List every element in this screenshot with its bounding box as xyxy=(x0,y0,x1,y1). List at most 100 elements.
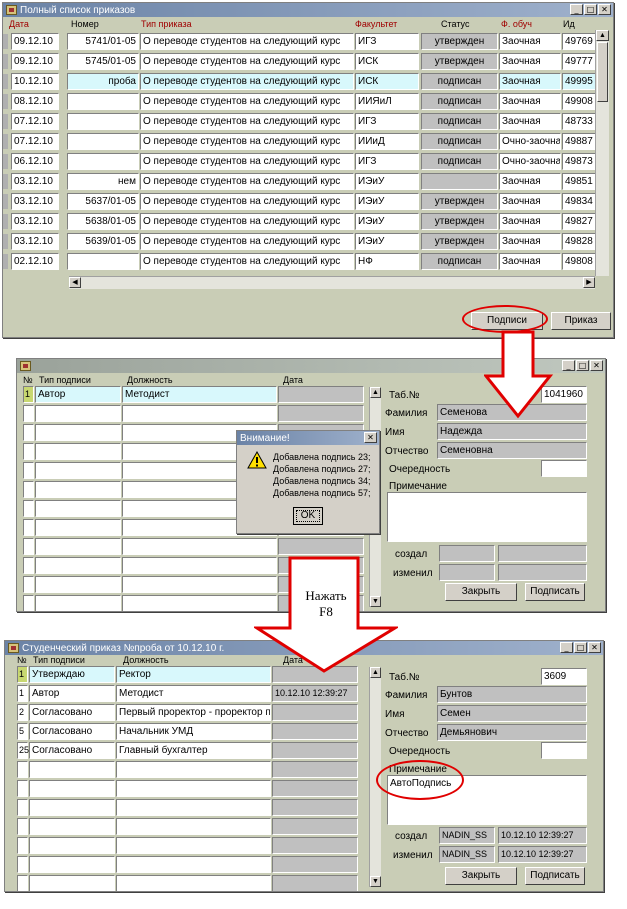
minimize-icon[interactable]: _ xyxy=(562,360,575,371)
date-cell[interactable]: 06.12.10 xyxy=(11,153,59,170)
date-cell[interactable]: 03.12.10 xyxy=(11,193,59,210)
sign-date-cell[interactable] xyxy=(278,405,364,422)
order-type-cell[interactable]: О переводе студентов на следующий курс xyxy=(140,153,354,170)
col-header-type[interactable]: Тип приказа xyxy=(141,19,192,29)
status-cell[interactable]: подписан xyxy=(421,73,498,90)
number-cell[interactable]: 5745/01-05 xyxy=(67,53,139,70)
id-cell[interactable]: 49908 xyxy=(562,93,596,110)
study-form-cell[interactable]: Заочная xyxy=(499,53,561,70)
sign-type-cell[interactable] xyxy=(35,443,121,460)
sign-type-cell[interactable] xyxy=(35,481,121,498)
row-number-cell[interactable] xyxy=(23,443,34,460)
status-cell[interactable]: утвержден xyxy=(421,233,498,250)
row-number-cell[interactable] xyxy=(17,799,28,816)
sign-type-cell[interactable] xyxy=(35,519,121,536)
row-number-cell[interactable] xyxy=(23,595,34,611)
order-type-cell[interactable]: О переводе студентов на следующий курс xyxy=(140,73,354,90)
tab-number-field[interactable]: 3609 xyxy=(541,668,587,685)
id-cell[interactable]: 49808 xyxy=(562,253,596,270)
col-header-status[interactable]: Статус xyxy=(441,19,469,29)
row-number-cell[interactable]: 1 xyxy=(23,386,34,403)
minimize-icon[interactable]: _ xyxy=(570,4,583,15)
row-number-cell[interactable] xyxy=(23,576,34,593)
status-cell[interactable]: подписан xyxy=(421,113,498,130)
order-type-cell[interactable]: О переводе студентов на следующий курс xyxy=(140,113,354,130)
note-field[interactable] xyxy=(387,492,587,542)
row-number-cell[interactable]: 1 xyxy=(17,666,28,683)
sign-type-cell[interactable] xyxy=(35,538,121,555)
sign-type-cell[interactable] xyxy=(29,875,115,891)
position-cell[interactable]: Начальник УМД xyxy=(116,723,271,740)
faculty-cell[interactable]: ИГЗ xyxy=(355,33,419,50)
date-cell[interactable]: 02.12.10 xyxy=(11,253,59,270)
sign-type-cell[interactable] xyxy=(35,462,121,479)
id-cell[interactable]: 49873 xyxy=(562,153,596,170)
orders-vertical-scrollbar[interactable]: ▲ xyxy=(595,30,609,276)
row-number-cell[interactable] xyxy=(17,761,28,778)
study-form-cell[interactable]: Очно-заочная xyxy=(499,153,561,170)
row-number-cell[interactable] xyxy=(17,856,28,873)
faculty-cell[interactable]: ИИЯиЛ xyxy=(355,93,419,110)
patronymic-field[interactable]: Демьянович xyxy=(437,724,587,741)
close-button[interactable]: Закрыть xyxy=(445,583,517,601)
scroll-up-icon[interactable]: ▲ xyxy=(370,387,381,398)
close-icon[interactable]: ✕ xyxy=(588,642,601,653)
scroll-up-icon[interactable]: ▲ xyxy=(596,30,609,41)
sign-type-cell[interactable] xyxy=(29,761,115,778)
date-cell[interactable]: 07.12.10 xyxy=(11,133,59,150)
order-type-cell[interactable]: О переводе студентов на следующий курс xyxy=(140,213,354,230)
sign-button[interactable]: Подписать xyxy=(525,867,585,885)
status-cell[interactable]: подписан xyxy=(421,93,498,110)
scroll-right-icon[interactable]: ▶ xyxy=(583,277,595,288)
faculty-cell[interactable]: ИГЗ xyxy=(355,153,419,170)
row-number-cell[interactable] xyxy=(23,405,34,422)
row-number-cell[interactable] xyxy=(23,557,34,574)
position-cell[interactable] xyxy=(116,837,271,854)
number-cell[interactable]: проба xyxy=(67,73,139,90)
row-number-cell[interactable]: 1 xyxy=(17,685,28,702)
study-form-cell[interactable]: Заочная xyxy=(499,33,561,50)
number-cell[interactable] xyxy=(67,133,139,150)
id-cell[interactable]: 49834 xyxy=(562,193,596,210)
row-number-cell[interactable]: 2 xyxy=(17,704,28,721)
order-field[interactable] xyxy=(541,742,587,759)
order-type-cell[interactable]: О переводе студентов на следующий курс xyxy=(140,93,354,110)
id-cell[interactable]: 48733 xyxy=(562,113,596,130)
id-cell[interactable]: 49777 xyxy=(562,53,596,70)
study-form-cell[interactable]: Заочная xyxy=(499,113,561,130)
sign-date-cell[interactable]: 10.12.10 12:39:27 xyxy=(272,685,358,702)
sign-date-cell[interactable] xyxy=(272,799,358,816)
position-cell[interactable] xyxy=(116,875,271,891)
close-button[interactable]: Закрыть xyxy=(445,867,517,885)
faculty-cell[interactable]: ИГЗ xyxy=(355,113,419,130)
row-number-cell[interactable]: 25 xyxy=(17,742,29,759)
id-cell[interactable]: 49851 xyxy=(562,173,596,190)
id-cell[interactable]: 49827 xyxy=(562,213,596,230)
status-cell[interactable]: утвержден xyxy=(421,213,498,230)
sign-button[interactable]: Подписать xyxy=(525,583,585,601)
study-form-cell[interactable]: Заочная xyxy=(499,73,561,90)
number-cell[interactable]: нем xyxy=(67,173,139,190)
faculty-cell[interactable]: ИЭиУ xyxy=(355,193,419,210)
col-header-date[interactable]: Дата xyxy=(9,19,29,29)
sign-type-cell[interactable]: Согласовано xyxy=(29,742,115,759)
number-cell[interactable]: 5639/01-05 xyxy=(67,233,139,250)
sign-date-cell[interactable] xyxy=(272,723,358,740)
orders-horizontal-scrollbar[interactable]: ◀ ▶ xyxy=(69,276,595,289)
row-number-cell[interactable] xyxy=(23,462,34,479)
order-type-cell[interactable]: О переводе студентов на следующий курс xyxy=(140,173,354,190)
status-cell[interactable]: подписан xyxy=(421,133,498,150)
sign-type-cell[interactable] xyxy=(35,405,121,422)
number-cell[interactable]: 5637/01-05 xyxy=(67,193,139,210)
number-cell[interactable] xyxy=(67,253,139,270)
close-icon[interactable]: ✕ xyxy=(598,4,611,15)
sign-type-cell[interactable] xyxy=(35,557,121,574)
study-form-cell[interactable]: Заочная xyxy=(499,213,561,230)
position-cell[interactable]: Методист xyxy=(122,386,277,403)
sign-date-cell[interactable] xyxy=(272,780,358,797)
sign-type-cell[interactable] xyxy=(29,856,115,873)
sign-type-cell[interactable] xyxy=(29,837,115,854)
position-cell[interactable]: Главный бухгалтер xyxy=(116,742,271,759)
order-type-cell[interactable]: О переводе студентов на следующий курс xyxy=(140,133,354,150)
number-cell[interactable]: 5741/01-05 xyxy=(67,33,139,50)
